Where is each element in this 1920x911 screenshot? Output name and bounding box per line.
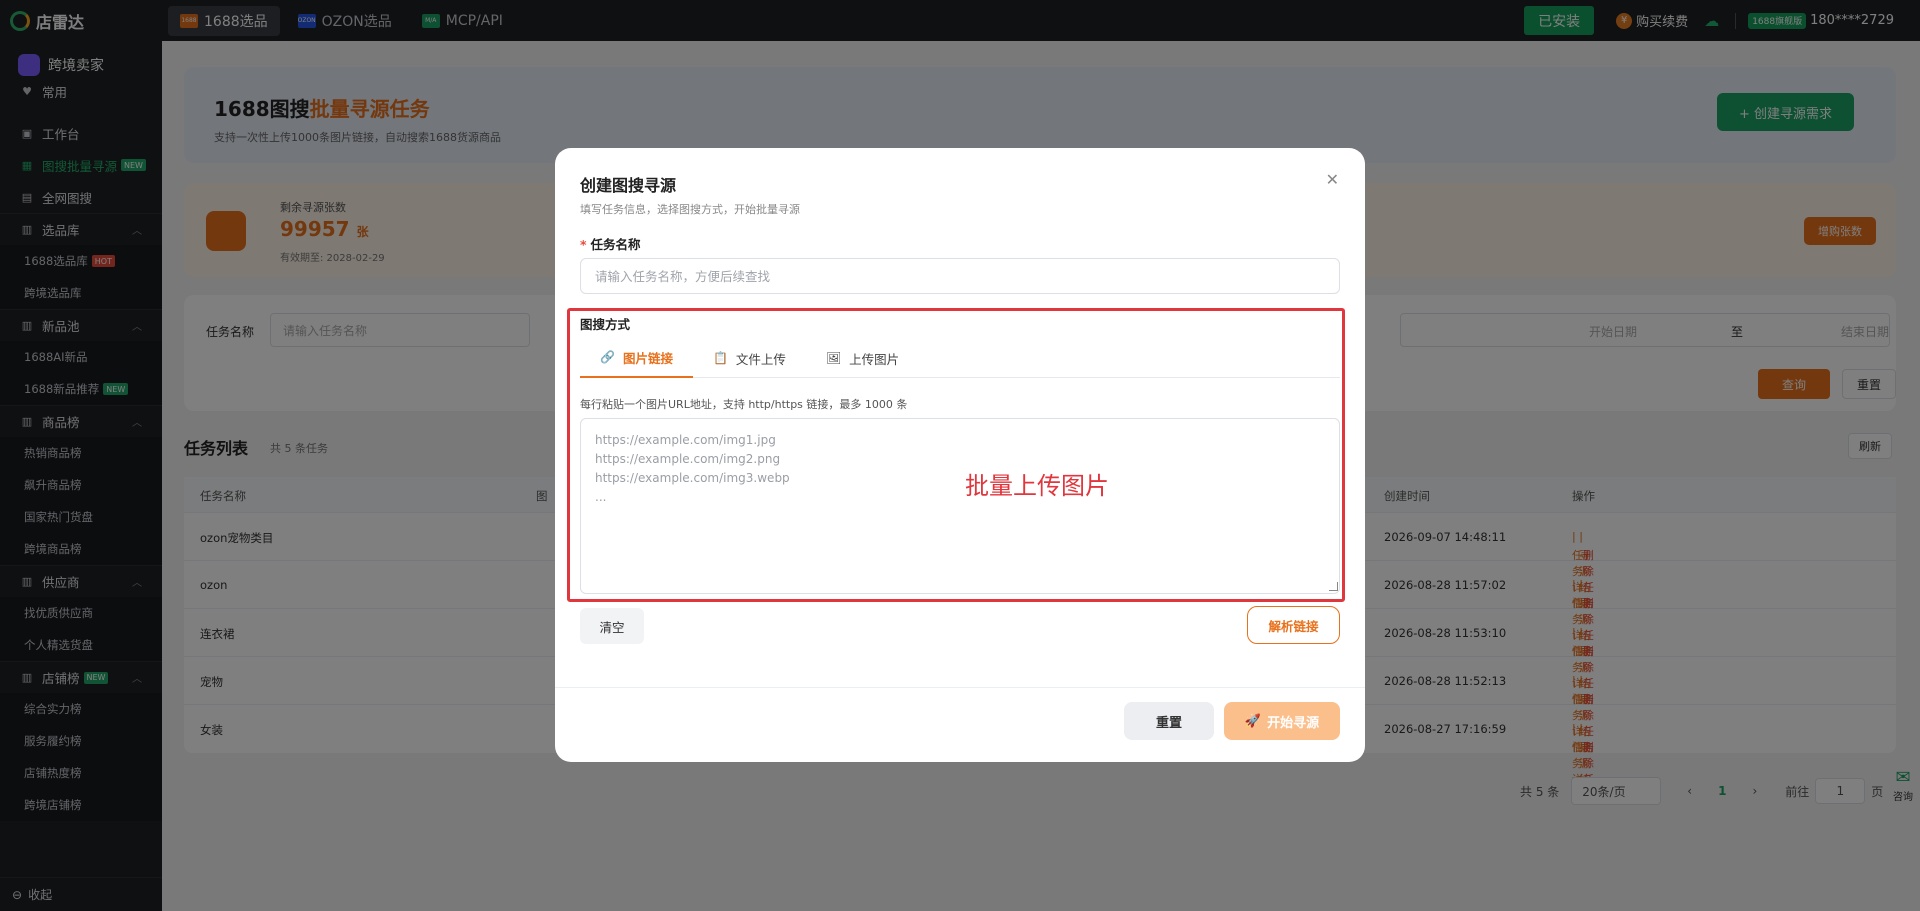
modal-reset-button[interactable]: 重置 [1124,702,1214,740]
rocket-icon: 🚀 [1244,713,1262,729]
annotation-text: 批量上传图片 [965,472,1109,500]
start-search-button[interactable]: 🚀 开始寻源 [1224,702,1340,740]
resize-grip-icon[interactable] [1329,582,1338,591]
tab-label: 图片链接 [622,350,673,366]
tab-label: 文件上传 [735,351,786,367]
tab-upload-image[interactable]: 🖼 上传图片 [806,338,919,378]
modal-divider [555,687,1365,688]
start-label: 开始寻源 [1267,715,1320,731]
create-search-modal: 创建图搜寻源 填写任务信息，选择图搜方式，开始批量寻源 ✕ *任务名称 图搜方式… [555,148,1365,762]
tab-image-link[interactable]: 🔗 图片链接 [580,338,693,378]
task-name-label-text: 任务名称 [590,237,641,252]
clear-button[interactable]: 清空 [580,608,644,644]
picture-icon: 🖼 [825,351,842,365]
url-hint: 每行粘贴一个图片URL地址，支持 http/https 链接，最多 1000 条 [580,398,908,411]
tab-label: 上传图片 [849,351,900,367]
tab-file-upload[interactable]: 📋 文件上传 [693,338,806,378]
search-method-label: 图搜方式 [580,317,631,332]
modal-title: 创建图搜寻源 [580,176,677,195]
image-url-textarea[interactable] [580,418,1340,594]
task-name-input[interactable] [580,258,1340,294]
search-method-tabs: 🔗 图片链接 📋 文件上传 🖼 上传图片 [580,338,1340,378]
parse-link-button[interactable]: 解析链接 [1247,606,1340,644]
link-icon: 🔗 [600,350,615,364]
required-mark: * [580,237,587,252]
task-name-label: * 任务名称 [580,234,641,253]
close-icon[interactable]: ✕ [1326,170,1339,189]
clipboard-icon: 📋 [712,351,728,365]
modal-subtitle: 填写任务信息，选择图搜方式，开始批量寻源 [580,203,800,216]
